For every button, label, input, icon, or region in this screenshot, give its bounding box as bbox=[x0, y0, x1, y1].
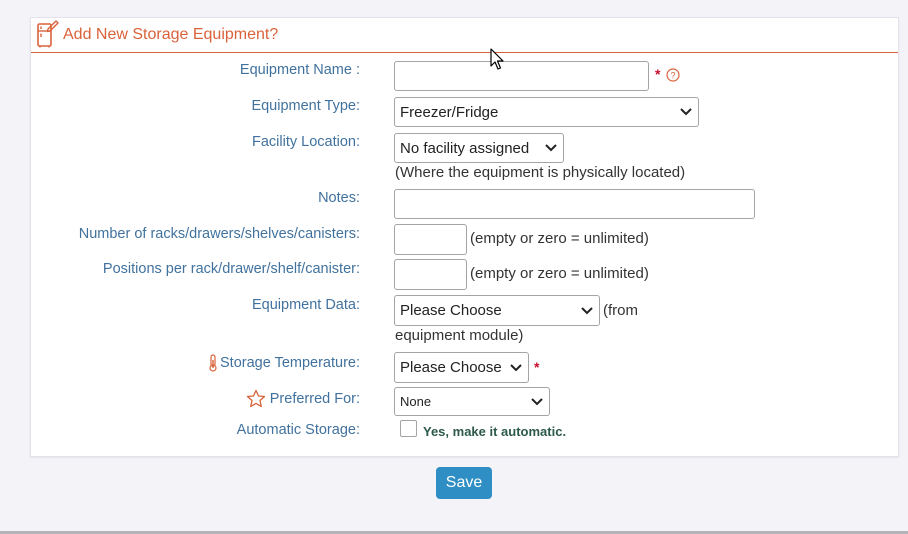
racks-input[interactable] bbox=[394, 224, 467, 255]
chevron-down-icon bbox=[545, 144, 557, 152]
chevron-down-icon bbox=[531, 397, 543, 405]
chevron-down-icon bbox=[680, 108, 692, 116]
svg-text:?: ? bbox=[670, 71, 675, 81]
storage-equipment-panel: Add New Storage Equipment? Equipment Nam… bbox=[30, 17, 899, 457]
racks-hint: (empty or zero = unlimited) bbox=[470, 230, 649, 247]
panel-header: Add New Storage Equipment? bbox=[31, 18, 898, 53]
equipment-data-select[interactable]: Please Choose bbox=[394, 295, 600, 326]
equipment-type-label: Equipment Type: bbox=[251, 98, 360, 114]
star-outline-icon bbox=[246, 389, 265, 408]
storage-temperature-select[interactable]: Please Choose bbox=[394, 352, 529, 383]
equipment-type-select[interactable]: Freezer/Fridge bbox=[394, 97, 699, 127]
mouse-cursor-icon bbox=[490, 48, 504, 70]
automatic-storage-checkbox[interactable] bbox=[400, 420, 417, 437]
chevron-down-icon bbox=[581, 306, 593, 314]
facility-location-label: Facility Location: bbox=[252, 134, 360, 150]
automatic-storage-checkbox-label[interactable]: Yes, make it automatic. bbox=[423, 424, 566, 439]
equipment-name-input[interactable] bbox=[394, 61, 649, 91]
question-circle-icon[interactable]: ? bbox=[666, 68, 680, 82]
facility-location-select[interactable]: No facility assigned bbox=[394, 133, 564, 163]
facility-location-note: (Where the equipment is physically locat… bbox=[395, 164, 686, 181]
positions-label: Positions per rack/drawer/shelf/canister… bbox=[102, 261, 360, 277]
equipment-data-hint-continued: equipment module) bbox=[395, 327, 524, 344]
required-marker: * bbox=[655, 66, 661, 82]
chevron-down-icon bbox=[510, 363, 522, 371]
equipment-data-label: Equipment Data: bbox=[251, 297, 360, 313]
positions-input[interactable] bbox=[394, 259, 467, 290]
positions-hint: (empty or zero = unlimited) bbox=[470, 265, 649, 282]
page-title: Add New Storage Equipment? bbox=[63, 26, 279, 43]
required-marker: * bbox=[534, 359, 540, 375]
thermometer-icon bbox=[209, 354, 217, 372]
equipment-data-hint: (from bbox=[603, 302, 638, 319]
fridge-edit-icon bbox=[35, 20, 59, 48]
preferred-for-label: Preferred For: bbox=[246, 389, 360, 408]
preferred-for-select[interactable]: None bbox=[394, 387, 550, 416]
save-button[interactable]: Save bbox=[436, 467, 492, 499]
notes-input[interactable] bbox=[394, 189, 755, 219]
racks-label: Number of racks/drawers/shelves/canister… bbox=[78, 226, 360, 242]
automatic-storage-label: Automatic Storage: bbox=[236, 422, 360, 438]
storage-temperature-label: Storage Temperature: bbox=[208, 354, 360, 372]
equipment-name-label: Equipment Name : bbox=[239, 62, 360, 78]
notes-label: Notes: bbox=[318, 190, 360, 206]
